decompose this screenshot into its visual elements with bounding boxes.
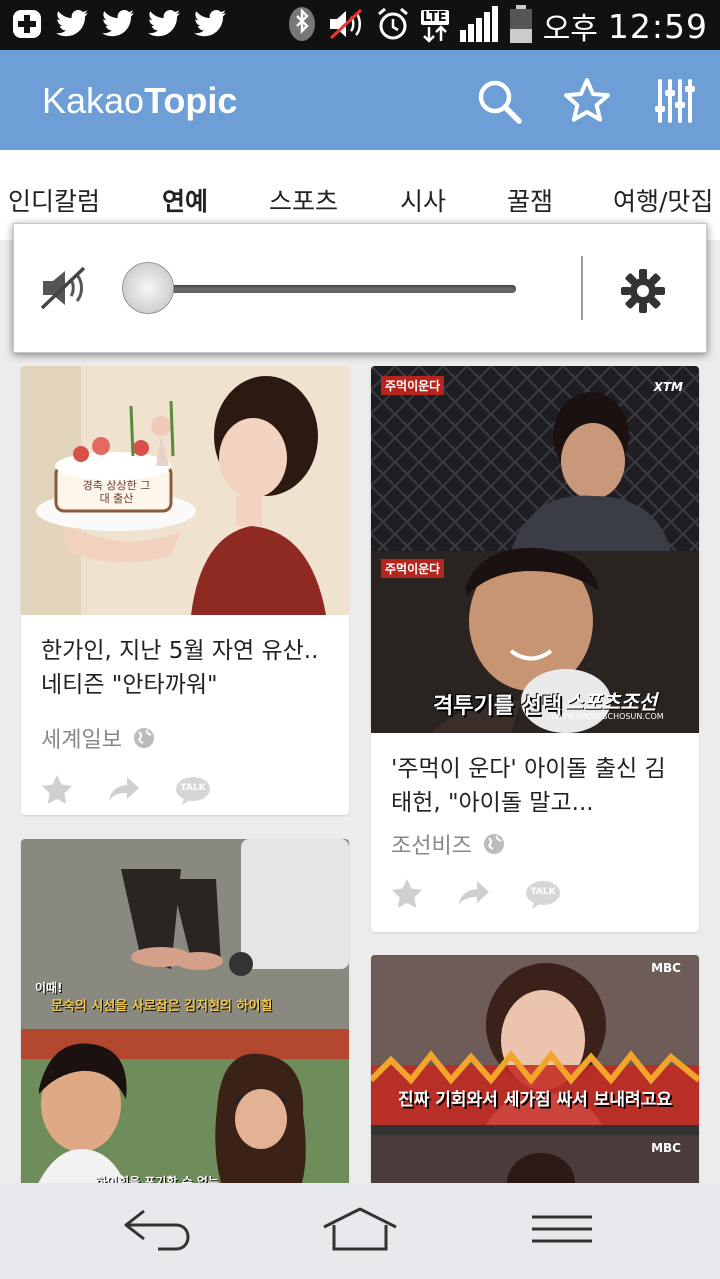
- caption-overlay: 진짜 기회와서 세가짐 싸서 보내려고요: [398, 1090, 672, 1110]
- caption-overlay: 격투기를 선택: [433, 694, 563, 719]
- globe-icon: [483, 834, 504, 854]
- volume-slider-thumb[interactable]: [122, 262, 174, 314]
- panel-divider: [581, 256, 583, 320]
- twitter-icon: [148, 6, 182, 42]
- card-source: 세계일보: [41, 722, 156, 754]
- signal-icon: [459, 6, 499, 46]
- volume-control-panel: [13, 223, 707, 353]
- watermark-url: WWW.SPORTSCHOSUN.COM: [551, 712, 664, 721]
- tab-fun[interactable]: 꿀잼: [507, 182, 553, 218]
- card-thumbnail[interactable]: 주먹이운다 XTM 주먹이운다 격투기를 선택 스포츠조선 WWW.SPORTS…: [371, 366, 699, 733]
- tab-indie-column[interactable]: 인디칼럼: [8, 182, 100, 218]
- photo-illustration: [21, 366, 349, 615]
- talk-label: TALK: [530, 887, 556, 897]
- news-card[interactable]: 이때! 문숙의 시선을 사로잡은 김지현의 하이힐 하이힐을 포기할 수 없는: [21, 839, 349, 1183]
- alarm-icon: [375, 6, 411, 46]
- speaker-muted-icon[interactable]: [40, 266, 88, 314]
- card-thumbnail[interactable]: 이때! 문숙의 시선을 사로잡은 김지현의 하이힐 하이힐을 포기할 수 없는: [21, 839, 349, 1183]
- source-label: 조선비즈: [391, 834, 472, 859]
- settings-gear-icon[interactable]: [620, 268, 666, 318]
- bluetooth-icon: [287, 5, 317, 47]
- tab-travel-food[interactable]: 여행/맛집: [613, 182, 713, 218]
- channel-logo: XTM: [653, 380, 683, 394]
- favorite-star-icon[interactable]: [391, 878, 423, 912]
- brand-part-kakao: Kakao: [42, 80, 145, 121]
- search-icon[interactable]: [474, 76, 524, 126]
- equalizer-icon[interactable]: [650, 76, 700, 126]
- carrier-label: 오후: [542, 12, 598, 47]
- twitter-icon: [56, 6, 90, 42]
- card-thumbnail[interactable]: 경축 상상한 그대 출산: [21, 366, 349, 615]
- home-icon[interactable]: [320, 1205, 400, 1261]
- muted-speaker-icon: [327, 7, 365, 45]
- caption-overlay: 문숙의 시선을 사로잡은 김지현의 하이힐: [51, 999, 273, 1014]
- tab-current-affairs[interactable]: 시사: [400, 182, 446, 218]
- twitter-icon: [194, 6, 228, 42]
- channel-logo-bottom: MBC: [651, 1141, 681, 1155]
- plus-notification-icon: [10, 6, 44, 42]
- talk-label: TALK: [180, 783, 206, 793]
- news-card[interactable]: MBC 진짜 기회와서 세가짐 싸서 보내려고요 MBC: [371, 955, 699, 1183]
- photo-illustration: [371, 366, 699, 733]
- news-card[interactable]: 경축 상상한 그대 출산 한가인, 지난 5월 자연 유산..네티즌 "안타까워…: [21, 366, 349, 815]
- photo-illustration: [371, 955, 699, 1183]
- back-icon[interactable]: [120, 1205, 196, 1261]
- app-bar: KakaoTopic: [0, 50, 720, 150]
- lte-icon: LTE: [420, 9, 449, 43]
- cake-lettering: 경축 상상한 그대 출산: [82, 479, 151, 505]
- card-title[interactable]: 한가인, 지난 5월 자연 유산..네티즌 "안타까워": [41, 634, 331, 702]
- star-icon[interactable]: [562, 76, 612, 126]
- share-arrow-icon[interactable]: [457, 879, 491, 911]
- watermark-brand: 스포츠조선: [565, 690, 657, 714]
- brand-logo: KakaoTopic: [42, 80, 237, 122]
- card-source: 조선비즈: [391, 828, 506, 860]
- brand-part-topic: Topic: [144, 80, 238, 121]
- show-logo-bottom: 주먹이운다: [381, 559, 445, 578]
- status-bar: LTE 오후 12:59: [0, 0, 720, 50]
- card-actions: TALK: [41, 774, 211, 808]
- source-label: 세계일보: [41, 728, 122, 753]
- card-thumbnail[interactable]: MBC 진짜 기회와서 세가짐 싸서 보내려고요 MBC: [371, 955, 699, 1183]
- card-title[interactable]: '주먹이 운다' 아이돌 출신 김태헌, "아이돌 말고...: [391, 752, 681, 820]
- tab-entertainment[interactable]: 연예: [162, 182, 208, 218]
- system-navigation-bar: [0, 1183, 720, 1279]
- lte-label: LTE: [420, 9, 449, 25]
- volume-slider-track[interactable]: [154, 285, 516, 293]
- favorite-star-icon[interactable]: [41, 774, 73, 808]
- show-logo-top: 주먹이운다: [381, 376, 445, 395]
- caption-overlay-bottom: 하이힐을 포기할 수 없는: [96, 1175, 219, 1183]
- news-card[interactable]: 주먹이운다 XTM 주먹이운다 격투기를 선택 스포츠조선 WWW.SPORTS…: [371, 366, 699, 932]
- share-arrow-icon[interactable]: [107, 775, 141, 807]
- kakaotalk-share-icon[interactable]: TALK: [525, 880, 561, 910]
- twitter-icon: [102, 6, 136, 42]
- channel-logo: MBC: [651, 961, 681, 975]
- news-feed[interactable]: 경축 상상한 그대 출산 한가인, 지난 5월 자연 유산..네티즌 "안타까워…: [0, 353, 720, 1183]
- battery-icon: [509, 5, 533, 47]
- menu-icon[interactable]: [530, 1205, 594, 1261]
- caption-overlay-small: 이때!: [35, 981, 63, 995]
- card-actions: TALK: [391, 878, 561, 912]
- clock: 12:59: [607, 6, 708, 46]
- globe-icon: [133, 728, 154, 748]
- tab-sports[interactable]: 스포츠: [269, 182, 338, 218]
- kakaotalk-share-icon[interactable]: TALK: [175, 776, 211, 806]
